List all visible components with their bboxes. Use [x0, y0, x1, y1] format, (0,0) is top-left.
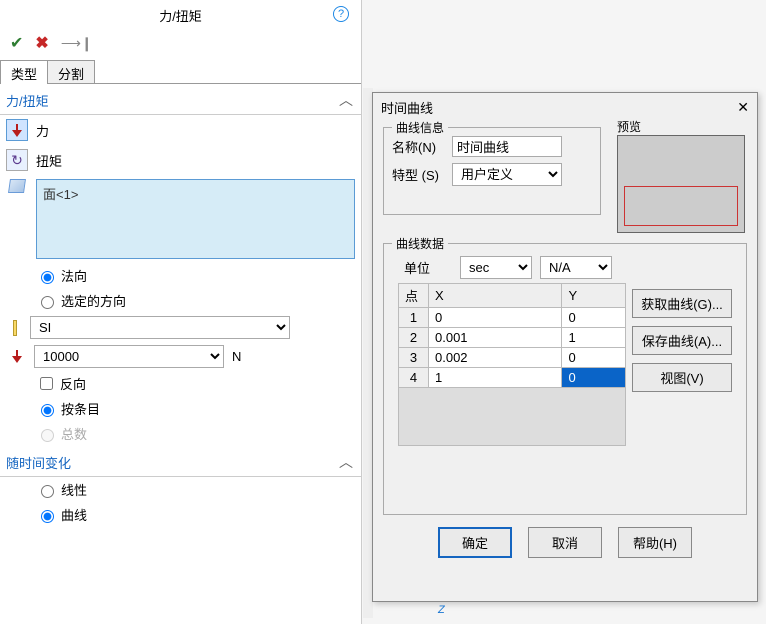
- tab-split[interactable]: 分割: [47, 60, 95, 83]
- section-time-header: 随时间变化: [6, 453, 71, 472]
- unit-y-select[interactable]: N/A: [540, 256, 612, 279]
- units-icon: [6, 319, 24, 337]
- force-label: 力: [36, 121, 49, 140]
- type-label: 特型 (S): [392, 165, 446, 184]
- panel-title: 力/扭矩: [159, 6, 202, 25]
- radio-normal-label: 法向: [61, 266, 87, 285]
- radio-total-label: 总数: [61, 424, 87, 443]
- radio-linear[interactable]: [41, 485, 54, 498]
- curve-type-select[interactable]: 用户定义: [452, 163, 562, 186]
- col-y: Y: [562, 284, 626, 308]
- curve-info-legend: 曲线信息: [392, 119, 448, 136]
- pin-icon[interactable]: ⟶❙: [61, 35, 93, 52]
- face-select-icon[interactable]: [8, 179, 26, 193]
- radio-per-item-label: 按条目: [61, 399, 100, 418]
- curve-data-legend: 曲线数据: [392, 235, 448, 252]
- curve-preview: [617, 135, 745, 233]
- force-icon[interactable]: [6, 119, 28, 141]
- collapse-icon-2[interactable]: ︿: [339, 452, 353, 472]
- curve-name-input[interactable]: [452, 136, 562, 157]
- radio-selected-dir-label: 选定的方向: [61, 291, 126, 310]
- radio-curve-label: 曲线: [61, 505, 87, 524]
- table-row[interactable]: 20.0011: [399, 328, 626, 348]
- reverse-label: 反向: [60, 374, 86, 393]
- units-label: 单位: [404, 258, 444, 277]
- torque-label: 扭矩: [36, 151, 62, 170]
- curve-data-table[interactable]: 点 X Y 10020.001130.0020410: [398, 283, 626, 446]
- table-row[interactable]: 410: [399, 368, 626, 388]
- get-curve-button[interactable]: 获取曲线(G)...: [632, 289, 732, 318]
- view-button[interactable]: 视图(V): [632, 363, 732, 392]
- torque-icon[interactable]: ↻: [6, 149, 28, 171]
- ok-icon[interactable]: ✔: [10, 33, 23, 53]
- force-value-input[interactable]: 10000: [34, 345, 224, 368]
- name-label: 名称(N): [392, 137, 446, 156]
- selection-list[interactable]: 面<1>: [36, 179, 355, 259]
- cancel-icon[interactable]: ✖: [35, 33, 48, 53]
- reverse-checkbox[interactable]: [40, 377, 53, 390]
- time-curve-dialog: 时间曲线 ✕ 曲线信息 名称(N) 特型 (S) 用户定义 预览 曲线数据 单位…: [372, 92, 758, 602]
- table-row[interactable]: 100: [399, 308, 626, 328]
- force-value-icon: [6, 346, 28, 368]
- col-x: X: [429, 284, 562, 308]
- radio-curve[interactable]: [41, 510, 54, 523]
- axis-hint: Z: [438, 604, 445, 616]
- close-icon[interactable]: ✕: [737, 99, 749, 116]
- radio-selected-dir[interactable]: [41, 296, 54, 309]
- col-point: 点: [399, 284, 429, 308]
- radio-normal[interactable]: [41, 271, 54, 284]
- cancel-button[interactable]: 取消: [528, 527, 602, 558]
- section-force-header: 力/扭矩: [6, 91, 49, 110]
- tab-type[interactable]: 类型: [0, 60, 48, 83]
- collapse-icon[interactable]: ︿: [339, 90, 353, 110]
- table-row[interactable]: 30.0020: [399, 348, 626, 368]
- radio-linear-label: 线性: [61, 480, 87, 499]
- ok-button[interactable]: 确定: [438, 527, 512, 558]
- help-button[interactable]: 帮助(H): [618, 527, 692, 558]
- unit-x-select[interactable]: sec: [460, 256, 532, 279]
- unit-system-select[interactable]: SI: [30, 316, 290, 339]
- dialog-title: 时间曲线: [381, 98, 433, 117]
- save-curve-button[interactable]: 保存曲线(A)...: [632, 326, 732, 355]
- force-unit-label: N: [232, 349, 241, 364]
- preview-label: 预览: [617, 118, 641, 135]
- radio-per-item[interactable]: [41, 404, 54, 417]
- radio-total: [41, 429, 54, 442]
- help-icon[interactable]: ?: [333, 6, 349, 22]
